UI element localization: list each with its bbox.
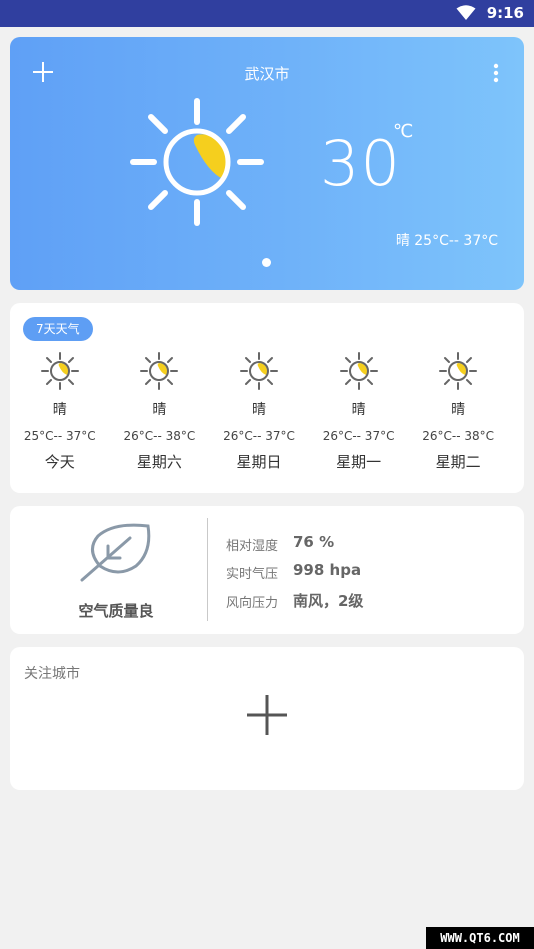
pressure-row: 实时气压 998 hpa [226, 561, 361, 582]
status-bar: 9:16 [0, 0, 534, 27]
forecast-range: 26°C-- 38°C [123, 429, 196, 443]
forecast-condition: 晴 [351, 402, 366, 418]
leaf-icon [80, 523, 151, 582]
sun-icon [239, 352, 278, 390]
forecast-card: 7天天气 晴 25°C-- 37°C 今天 晴 26°C-- 38°C 星期六 … [10, 303, 524, 493]
forecast-day-name: 星期六 [136, 453, 182, 471]
forecast-day[interactable]: 晴 26°C-- 37°C 星期一 [309, 351, 409, 472]
forecast-range: 26°C-- 38°C [422, 429, 495, 443]
forecast-day[interactable]: 晴 26°C-- 38°C 星期六 [110, 351, 210, 472]
forecast-day[interactable]: 晴 25°C-- 37°C 今天 [10, 351, 110, 472]
humidity-label: 相对湿度 [226, 539, 279, 554]
wind-label: 风向压力 [226, 596, 279, 611]
pressure-label: 实时气压 [226, 567, 279, 582]
divider [207, 518, 208, 621]
humidity-value: 76 % [293, 533, 335, 551]
air-quality-card: 空气质量良 相对湿度 76 % 实时气压 998 hpa 风向压力 南风，2级 [10, 506, 524, 634]
city-name: 武汉市 [244, 65, 290, 83]
forecast-condition: 晴 [251, 402, 266, 418]
current-weather-card: 武汉市 30 ℃ 晴 25°C-- 37°C [10, 37, 524, 290]
forecast-condition: 晴 [451, 402, 466, 418]
forecast-range: 26°C-- 37°C [223, 429, 295, 443]
wind-value: 南风，2级 [293, 592, 364, 610]
forecast-days: 晴 25°C-- 37°C 今天 晴 26°C-- 38°C 星期六 晴 26°… [10, 351, 524, 472]
followed-cities-title: 关注城市 [24, 666, 80, 682]
forecast-condition: 晴 [52, 402, 67, 418]
forecast-range: 26°C-- 37°C [322, 429, 395, 443]
forecast-day[interactable]: 晴 26°C-- 38°C 星期二 [408, 351, 508, 472]
forecast-day-name: 星期日 [236, 453, 282, 471]
air-quality-label: 空气质量良 [78, 602, 154, 620]
sun-icon [130, 98, 264, 226]
pressure-value: 998 hpa [293, 561, 362, 579]
wind-row: 风向压力 南风，2级 [226, 592, 363, 611]
add-icon[interactable] [247, 695, 287, 735]
forecast-day[interactable]: 晴 26°C-- 37°C 星期日 [209, 351, 309, 472]
watermark: WWW.QT6.COM [426, 927, 534, 949]
humidity-row: 相对湿度 76 % [226, 533, 334, 554]
temperature-unit: ℃ [393, 121, 414, 142]
today-condition-range: 晴 25°C-- 37°C [395, 233, 498, 249]
forecast-badge: 7天天气 [23, 317, 93, 341]
followed-cities-card: 关注城市 [10, 647, 524, 790]
more-vertical-icon[interactable] [492, 63, 500, 83]
forecast-day-name: 星期二 [435, 453, 481, 471]
forecast-day-name: 星期一 [336, 453, 382, 471]
wifi-icon [456, 5, 476, 20]
sun-icon [140, 352, 179, 390]
sun-icon [40, 352, 79, 390]
status-time: 9:16 [486, 4, 524, 22]
forecast-condition: 晴 [152, 402, 167, 418]
page-indicator [262, 258, 271, 267]
forecast-day-name: 今天 [44, 453, 75, 471]
current-temperature: 30 [320, 127, 401, 200]
sun-icon [439, 352, 478, 390]
forecast-range: 25°C-- 37°C [23, 429, 96, 443]
sun-icon [339, 352, 378, 390]
